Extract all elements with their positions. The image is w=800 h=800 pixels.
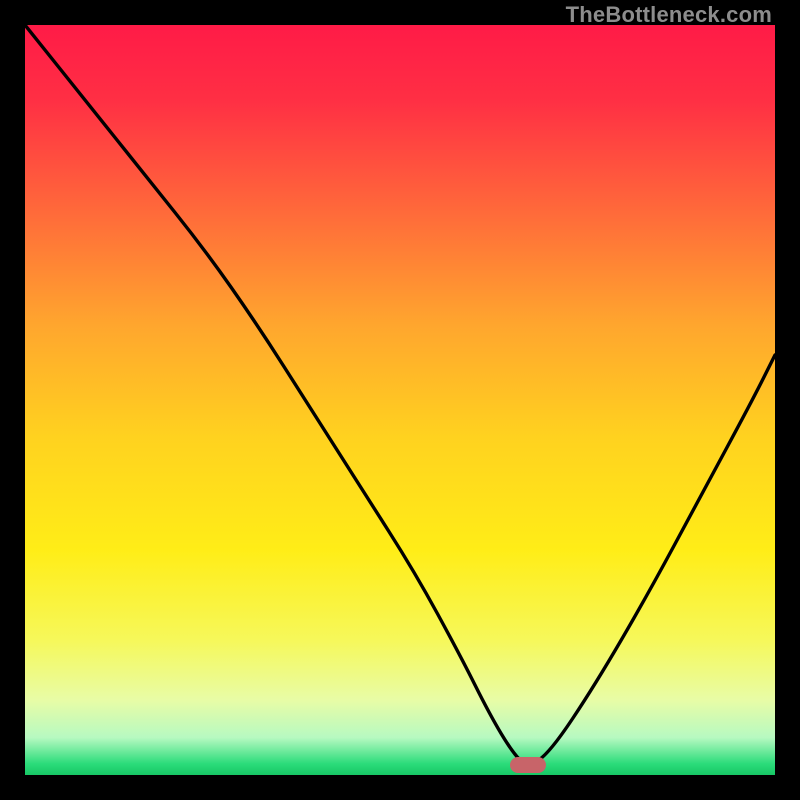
bottleneck-curve	[25, 25, 775, 775]
outer-frame: TheBottleneck.com	[0, 0, 800, 800]
plot-area	[25, 25, 775, 775]
watermark-text: TheBottleneck.com	[566, 2, 772, 28]
optimal-marker	[510, 757, 546, 773]
